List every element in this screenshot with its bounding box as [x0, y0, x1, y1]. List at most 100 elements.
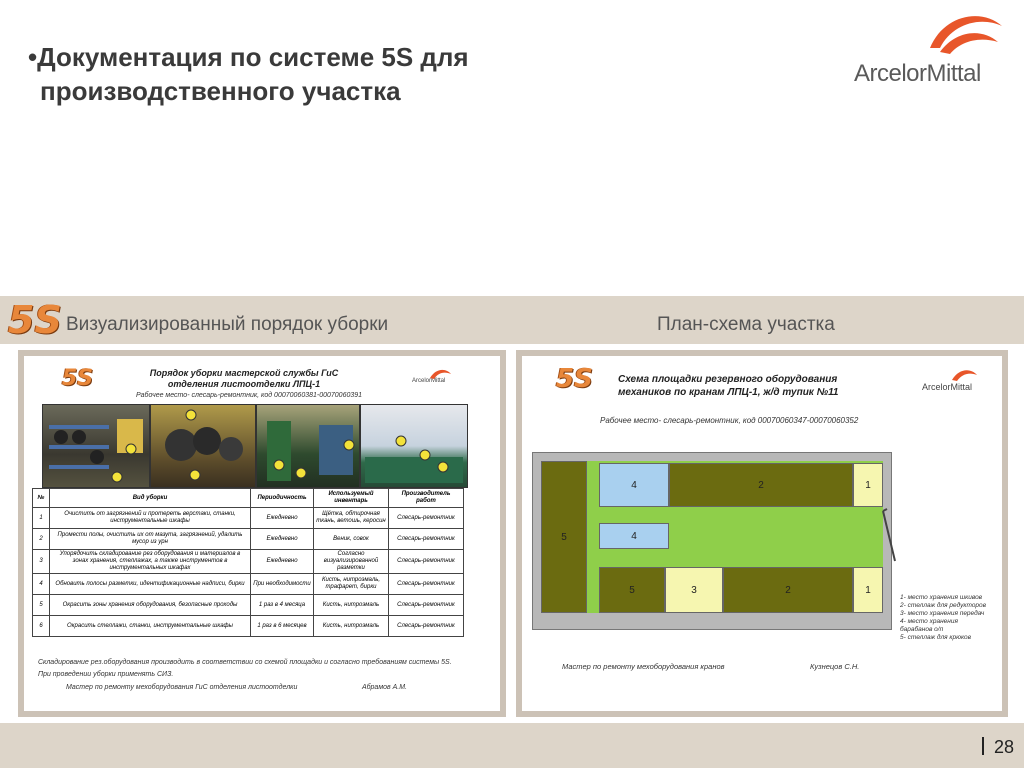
zone-2-bottom: 2 — [723, 567, 853, 613]
page-number-value: 28 — [993, 737, 1014, 757]
workshop-photo-1 — [42, 404, 150, 488]
zone-5-bottom: 5 — [599, 567, 665, 613]
plan-logo: ArcelorMittal — [922, 382, 973, 392]
cell-frequency: Ежедневно — [250, 507, 314, 529]
photo-3-cabinets — [267, 421, 355, 481]
plan-signer-role: Мастер по ремонту мехоборудования кранов — [562, 662, 725, 671]
legend-item: 4- место хранения — [900, 618, 958, 625]
slide-title: •Документация по системе 5S для производ… — [28, 40, 469, 108]
header-performer: Производитель работ — [388, 488, 464, 508]
cleaning-order-document: 5S Порядок уборки мастерской службы ГиС … — [18, 350, 506, 717]
zone-5-left: 5 — [541, 461, 587, 613]
legend-item: 1- место хранения шкивов — [900, 594, 983, 601]
table-row: 3 Упорядочить складирование рез оборудова… — [32, 549, 464, 574]
cell-performer: Слесарь-ремонтник — [388, 507, 464, 529]
cell-type: Очистить от загрязнений и протереть верс… — [49, 507, 251, 529]
workshop-photo-4 — [360, 404, 468, 488]
cell-performer: Слесарь-ремонтник — [388, 573, 464, 595]
photo-1-shelves — [49, 419, 143, 483]
plan-signer-name: Кузнецов С.Н. — [810, 662, 860, 671]
left-section-label: Визуализированный порядок уборки — [66, 314, 389, 335]
cell-performer: Слесарь-ремонтник — [388, 549, 464, 574]
doc-note-2: При проведении уборки применять СИЗ. — [38, 671, 174, 678]
cell-number: 3 — [32, 549, 50, 574]
cell-frequency: 1 раз в 4 месяца — [250, 594, 314, 616]
cell-number: 2 — [32, 528, 50, 550]
legend-item: 3- место хранения передач — [900, 610, 985, 617]
right-section-label: План-схема участка — [657, 314, 835, 335]
gate-icon — [882, 508, 896, 562]
workshop-photo-3 — [256, 404, 360, 488]
doc-5s-badge: 5S — [62, 366, 94, 391]
doc-workplace: Рабочее место- слесарь-ремонтник, код 00… — [136, 392, 363, 399]
page-separator — [981, 737, 984, 755]
legend-item: барабанов о/п — [900, 626, 944, 633]
table-row: 5 Окрасить зоны хранения оборудования, бе… — [32, 594, 464, 616]
cell-number: 5 — [32, 594, 50, 616]
cell-inventory: Щётка, обтирочная ткань, ветошь, керосин — [313, 507, 389, 529]
cell-type: Промести полы, очистить их от мазута, за… — [49, 528, 251, 550]
header-type: Вид уборки — [49, 488, 251, 508]
footer-band: 28 — [0, 723, 1024, 768]
doc-note-1: Складирование рез.оборудования производи… — [38, 659, 452, 666]
site-plan: 5 4 2 1 4 5 3 2 1 — [532, 452, 896, 630]
plan-logo-swoosh-icon — [952, 370, 977, 381]
plan-title-2: механиков по кранам ЛПЦ-1, ж/д тупик №11 — [618, 387, 839, 398]
cell-inventory: Кисть, нитроэмаль — [313, 594, 389, 616]
workshop-photo-2 — [150, 404, 256, 488]
cell-performer: Слесарь-ремонтник — [388, 594, 464, 616]
5s-badge: 5S — [8, 298, 62, 342]
table-header-row: № Вид уборки Периодичность Используемый … — [32, 488, 464, 508]
header-number: № — [32, 488, 50, 508]
legend-item: 2- стеллаж для редукторов — [900, 602, 987, 609]
cell-type: Упорядочить складирование рез оборудован… — [49, 549, 251, 574]
zone-3-bottom: 3 — [665, 567, 723, 613]
table-row: 6 Окрасить стеллажи, станки, инструментал… — [32, 615, 464, 637]
zone-1-bottom: 1 — [853, 567, 883, 613]
plan-legend: 1- место хранения шкивов 2- стеллаж для … — [900, 594, 986, 642]
zone-2-top: 2 — [669, 463, 853, 507]
zone-4-middle: 4 — [599, 523, 669, 549]
table-row: 1 Очистить от загрязнений и протереть вер… — [32, 507, 464, 529]
cell-type: Окрасить стеллажи, станки, инструменталь… — [49, 615, 251, 637]
header-inventory: Используемый инвентарь — [313, 488, 389, 508]
photo-4-benches — [365, 435, 463, 483]
table-row: 2 Промести полы, очистить их от мазута, з… — [32, 528, 464, 550]
cell-number: 6 — [32, 615, 50, 637]
plan-workplace: Рабочее место- слесарь-ремонтник, код 00… — [600, 416, 859, 425]
doc-signer-name: Абрамов А.М. — [362, 684, 407, 691]
doc-title-2: отделения листоотделки ЛПЦ-1 — [167, 379, 321, 389]
doc-signer-role: Мастер по ремонту мехоборудования ГиС от… — [66, 684, 298, 691]
zone-1-top: 1 — [853, 463, 883, 507]
zone-4-top: 4 — [599, 463, 669, 507]
title-line-2: производственного участка — [40, 76, 401, 106]
cell-inventory: Согласно визуализированной разметки — [313, 549, 389, 574]
photo-2-drums — [165, 409, 243, 481]
cell-frequency: Ежедневно — [250, 549, 314, 574]
plan-title-1: Схема площадки резервного оборудования — [618, 374, 838, 385]
logo-text: ArcelorMittal — [854, 60, 981, 87]
logo-swoosh-icon — [930, 16, 1002, 54]
title-line-1: •Документация по системе 5S для — [28, 42, 469, 72]
cell-inventory: Кисть, нитроэмаль, трафарет, бирки — [313, 573, 389, 595]
cell-performer: Слесарь-ремонтник — [388, 528, 464, 550]
cell-number: 1 — [32, 507, 50, 529]
cleaning-table: № Вид уборки Периодичность Используемый … — [32, 488, 464, 637]
doc-title-1: Порядок уборки мастерской службы ГиС — [149, 368, 339, 378]
legend-item: 5- стеллаж для крюков — [900, 634, 972, 641]
cell-performer: Слесарь-ремонтник — [388, 615, 464, 637]
table-row: 4 Обновить полосы разметки, идентификацио… — [32, 573, 464, 595]
page-number: 28 — [981, 737, 1014, 758]
cell-frequency: При необходимости — [250, 573, 314, 595]
cell-type: Окрасить зоны хранения оборудования, без… — [49, 594, 251, 616]
arcelormittal-logo: ArcelorMittal — [852, 8, 1004, 87]
header-frequency: Периодичность — [250, 488, 314, 508]
cell-inventory: Кисть, нитроэмаль — [313, 615, 389, 637]
cell-frequency: 1 раз в 6 месяцев — [250, 615, 314, 637]
cell-frequency: Ежедневно — [250, 528, 314, 550]
cell-inventory: Веник, совок — [313, 528, 389, 550]
section-band: 5S Визуализированный порядок уборки План… — [0, 296, 1024, 344]
doc-logo-swoosh-icon — [430, 369, 451, 379]
cell-number: 4 — [32, 573, 50, 595]
site-plan-document: 5S Схема площадки резервного оборудовани… — [516, 350, 1008, 717]
